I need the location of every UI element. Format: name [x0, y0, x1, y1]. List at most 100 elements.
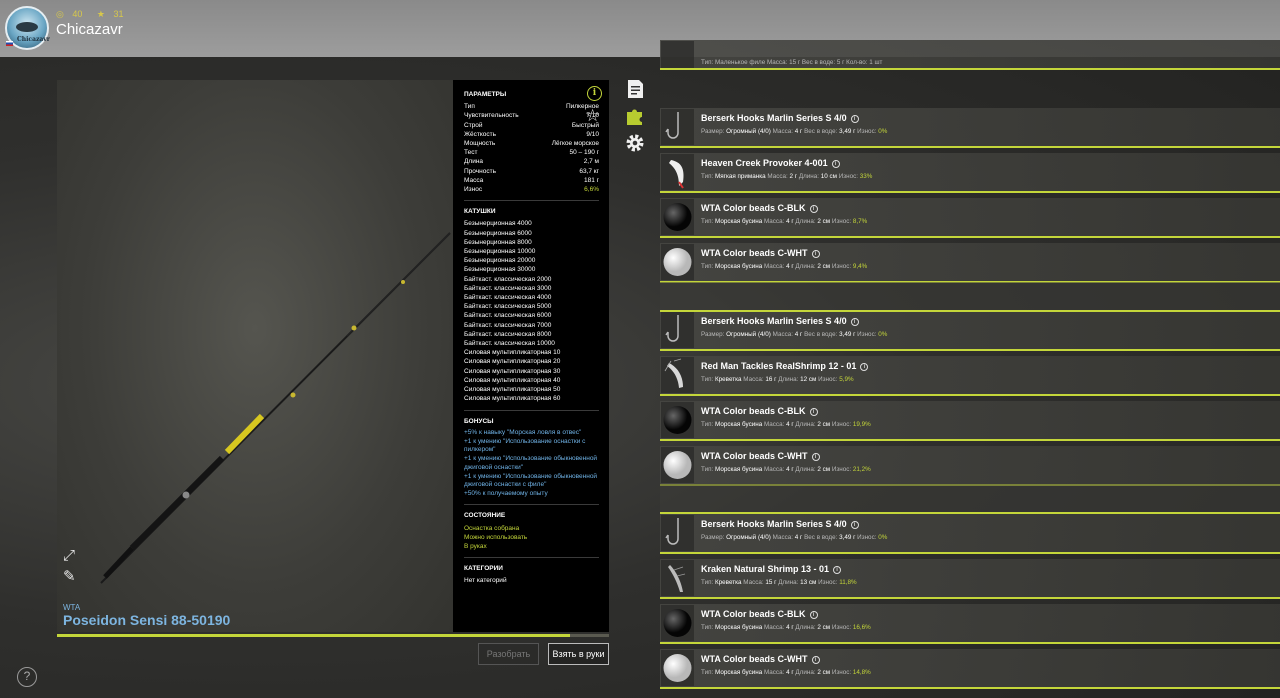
tackle-item[interactable]: Red Man Tackles RealShrimp 12 - 01 i Тип: …	[660, 356, 1280, 396]
pipette-icon[interactable]: ✎	[63, 569, 76, 584]
item-details: Тип: Морская бусина Масса: 4 г Длина: 2 …	[701, 263, 868, 270]
item-details: Размер: Огромный (4/0) Масса: 4 г Вес в …	[701, 534, 888, 541]
info-icon[interactable]: i	[860, 363, 869, 371]
info-icon[interactable]: i	[811, 250, 820, 258]
bonuses-list: +5% к навыку "Морская ловля в отвес" +1 к…	[464, 429, 599, 499]
state-item: Оснастка собрана	[464, 524, 520, 532]
tackle-item[interactable]: Kraken Natural Shrimp 13 - 01 i Тип: Креве…	[660, 559, 1280, 599]
param-row: Прочность 63,7 кг	[464, 167, 599, 176]
param-row: Мощность Лёгкое морское	[464, 139, 599, 148]
fish-logo-icon	[16, 22, 38, 32]
list-item-partial[interactable]: Тип: Маленькое филе Масса: 15 г Вес в во…	[660, 40, 1280, 70]
tackle-item[interactable]: WTA Color beads C-WHT i Тип: Морская бусин…	[660, 243, 1280, 283]
favorite-star-icon[interactable]: ☆	[585, 106, 600, 126]
item-details: Тип: Морская бусина Масса: 4 г Длина: 2 …	[701, 669, 871, 676]
reel-item: Безынерционная 6000	[464, 229, 532, 237]
tackle-item[interactable]: Berserk Hooks Marlin Series S 4/0 i Размер…	[660, 514, 1280, 554]
tackle-item[interactable]: Berserk Hooks Marlin Series S 4/0 i Размер…	[660, 108, 1280, 148]
gear-icon[interactable]	[625, 133, 645, 153]
info-icon[interactable]: i	[811, 453, 820, 461]
reel-item: Безынерционная 30000	[464, 266, 536, 274]
item-details: Тип: Морская бусина Масса: 4 г Длина: 2 …	[701, 624, 871, 631]
tackle-item[interactable]: WTA Color beads C-BLK i Тип: Морская бусин…	[660, 198, 1280, 238]
item-bar	[660, 349, 1280, 351]
info-icon[interactable]: i	[811, 656, 820, 664]
param-row: Износ 6,6%	[464, 185, 599, 194]
tackle-item[interactable]: WTA Color beads C-WHT i Тип: Морская бусин…	[660, 649, 1280, 689]
param-label: Тип	[464, 103, 475, 111]
group-separator	[660, 282, 1280, 312]
avatar-text: Chicazavr	[17, 36, 50, 43]
param-value: 6,6%	[584, 186, 599, 194]
param-label: Чувствительность	[464, 112, 519, 120]
reels-title: КАТУШКИ	[464, 208, 496, 216]
tackle-item[interactable]: WTA Color beads C-WHT i Тип: Морская бусин…	[660, 446, 1280, 486]
bonus-item: +5% к навыку "Морская ловля в отвес"	[464, 428, 582, 436]
reel-item: Байткаст. классическая 4000	[464, 294, 552, 302]
item-title: Berserk Hooks Marlin Series S 4/0 i	[701, 316, 859, 326]
param-label: Жёсткость	[464, 130, 496, 138]
expand-icon[interactable]: ⤢	[63, 548, 75, 563]
item-title: WTA Color beads C-WHT i	[701, 654, 820, 664]
item-details: Тип: Маленькое филе Масса: 15 г Вес в во…	[701, 59, 883, 66]
param-row: Жёсткость 9/10	[464, 130, 599, 139]
take-in-hands-button[interactable]: Взять в руки	[548, 643, 609, 665]
rod-wear-fill	[57, 634, 571, 637]
puzzle-icon[interactable]	[625, 106, 645, 126]
bonus-item: +1 к умению "Использование обыкновенной …	[464, 472, 598, 488]
reel-item: Силовая мультипликаторная 60	[464, 395, 561, 403]
bonus-item: +50% к получаемому опыту	[464, 490, 548, 498]
categories-title: КАТЕГОРИИ	[464, 565, 503, 573]
param-label: Строй	[464, 121, 483, 129]
tackle-item[interactable]: WTA Color beads C-BLK i Тип: Морская бусин…	[660, 604, 1280, 644]
param-row: Масса 181 г	[464, 176, 599, 185]
rod-preview[interactable]: ⤢ ✎	[57, 80, 453, 632]
item-details: Тип: Мягкая приманка Масса: 2 г Длина: 1…	[701, 173, 873, 180]
param-label: Длина	[464, 158, 484, 166]
param-label: Износ	[464, 186, 483, 194]
username[interactable]: Chicazavr	[56, 21, 123, 38]
help-icon[interactable]: ?	[17, 667, 37, 687]
reel-item: Байткаст. классическая 5000	[464, 303, 552, 311]
info-icon[interactable]: i	[587, 86, 602, 101]
info-icon[interactable]: i	[809, 611, 818, 619]
item-bar	[660, 687, 1280, 689]
tackle-item[interactable]: WTA Color beads C-BLK i Тип: Морская бусин…	[660, 401, 1280, 441]
item-bar	[660, 146, 1280, 148]
params-list: Тип Пилкерное Чувствительность 7/10 Строй Быс…	[464, 102, 599, 194]
tackle-item[interactable]: Berserk Hooks Marlin Series S 4/0 i Размер…	[660, 311, 1280, 351]
info-icon[interactable]: i	[831, 160, 840, 168]
rod-image	[100, 232, 451, 584]
document-icon[interactable]	[625, 79, 645, 99]
item-bar	[660, 191, 1280, 193]
info-icon[interactable]: i	[809, 408, 818, 416]
reel-item: Байткаст. классическая 3000	[464, 284, 552, 292]
bonuses-title: БОНУСЫ	[464, 417, 494, 425]
reel-item: Байткаст. классическая 10000	[464, 340, 555, 348]
reel-item: Силовая мультипликаторная 30	[464, 367, 561, 375]
categories-value: Нет категорий	[464, 577, 507, 585]
shrimp-thumbnail	[661, 560, 694, 596]
info-icon[interactable]: i	[833, 566, 842, 574]
reel-item: Безынерционная 8000	[464, 238, 532, 246]
item-bar	[660, 439, 1280, 441]
tackle-item[interactable]: Heaven Creek Provoker 4-001 i Тип: Мягкая …	[660, 153, 1280, 193]
info-icon[interactable]: i	[809, 205, 818, 213]
reel-item: Байткаст. классическая 8000	[464, 330, 552, 338]
soft-lure-thumbnail	[661, 154, 694, 190]
item-title: Red Man Tackles RealShrimp 12 - 01 i	[701, 361, 869, 371]
info-icon[interactable]: i	[850, 521, 859, 529]
item-title: Heaven Creek Provoker 4-001 i	[701, 158, 840, 168]
item-details: Тип: Морская бусина Масса: 4 г Длина: 2 …	[701, 466, 871, 473]
info-icon[interactable]: i	[850, 318, 859, 326]
info-icon[interactable]: i	[850, 115, 859, 123]
param-row: Тест 50 – 190 г	[464, 148, 599, 157]
disassemble-button[interactable]: Разобрать	[478, 643, 539, 665]
item-details: Размер: Огромный (4/0) Масса: 4 г Вес в …	[701, 128, 888, 135]
reel-item: Силовая мультипликаторная 20	[464, 358, 561, 366]
item-details: Размер: Огромный (4/0) Масса: 4 г Вес в …	[701, 331, 888, 338]
param-row: Тип Пилкерное	[464, 102, 599, 111]
circle-level-icon: ◎	[56, 9, 64, 19]
item-details: Тип: Креветка Масса: 16 г Длина: 12 см И…	[701, 376, 854, 383]
item-title: Kraken Natural Shrimp 13 - 01 i	[701, 564, 842, 574]
